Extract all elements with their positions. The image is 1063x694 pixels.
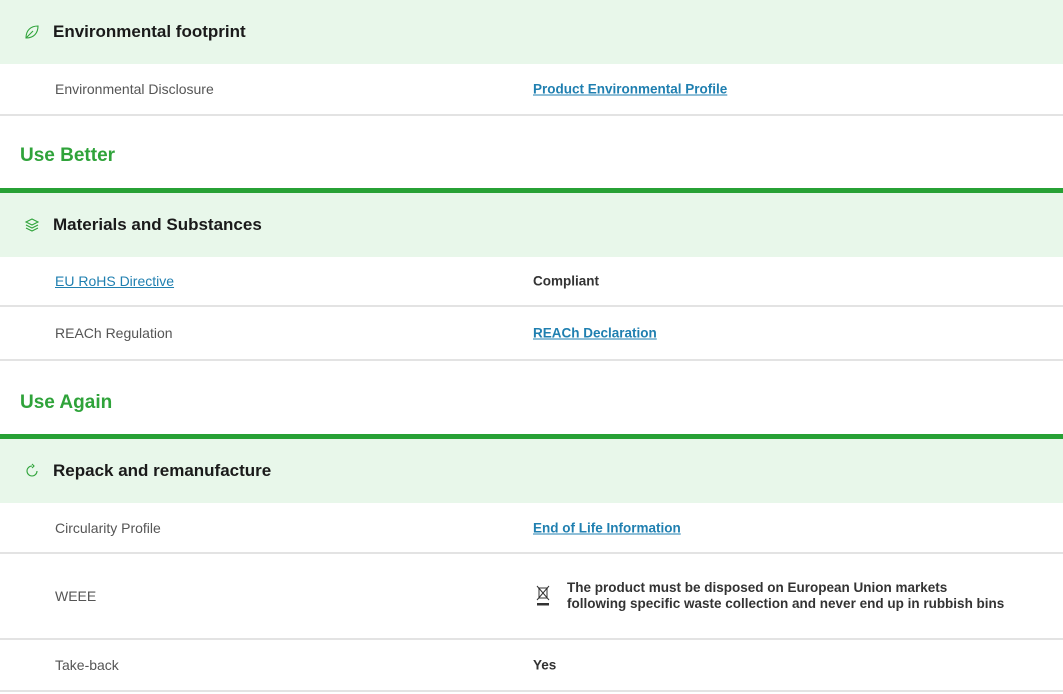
row-value: REACh Declaration [533, 326, 657, 341]
row-label: Circularity Profile [55, 519, 161, 536]
weee-value: The product must be disposed on European… [533, 580, 1007, 612]
layers-icon [24, 218, 40, 232]
section-header-repack-and-remanufacture: Repack and remanufacture [0, 439, 1063, 503]
reach-declaration-link[interactable]: REACh Declaration [533, 326, 657, 341]
eu-rohs-directive-link[interactable]: EU RoHS Directive [55, 273, 174, 289]
row-label: WEEE [55, 588, 97, 604]
end-of-life-information-link[interactable]: End of Life Information [533, 520, 681, 535]
row-label: Environmental Disclosure [55, 81, 214, 97]
environmental-info-panel: Environmental footprint Environmental Di… [0, 0, 1063, 694]
row-environmental-disclosure: Environmental Disclosure Product Environ… [0, 64, 1063, 116]
row-circularity-profile: Circularity Profile End of Life Informat… [0, 503, 1063, 554]
section-title: Environmental footprint [53, 22, 246, 41]
product-environmental-profile-link[interactable]: Product Environmental Profile [533, 82, 727, 97]
row-value: Compliant [533, 273, 599, 289]
row-label: Take-back [55, 657, 119, 673]
row-label: EU RoHS Directive [55, 273, 174, 289]
refresh-icon [26, 463, 38, 477]
section-title: Materials and Substances [53, 215, 262, 234]
section-header-materials-and-substances: Materials and Substances [0, 193, 1063, 257]
weee-text: The product must be disposed on European… [567, 580, 1005, 611]
group-title-use-better: Use Better [20, 145, 116, 166]
row-reach: REACh Regulation REACh Declaration [0, 307, 1063, 361]
group-title-use-again: Use Again [20, 392, 113, 413]
row-take-back: Take-back Yes [0, 640, 1063, 692]
leaf-icon [25, 25, 39, 39]
row-value: End of Life Information [533, 520, 681, 535]
section-header-environmental-footprint: Environmental footprint [0, 0, 1063, 64]
row-eu-rohs: EU RoHS Directive Compliant [0, 257, 1063, 307]
row-weee: WEEE The product must be disposed on Eur… [0, 554, 1063, 640]
row-label: REACh Regulation [55, 325, 173, 341]
row-value: Product Environmental Profile [533, 82, 727, 97]
crossed-out-bin-icon [536, 585, 550, 606]
section-title: Repack and remanufacture [53, 461, 272, 480]
row-value: Yes [533, 657, 557, 673]
